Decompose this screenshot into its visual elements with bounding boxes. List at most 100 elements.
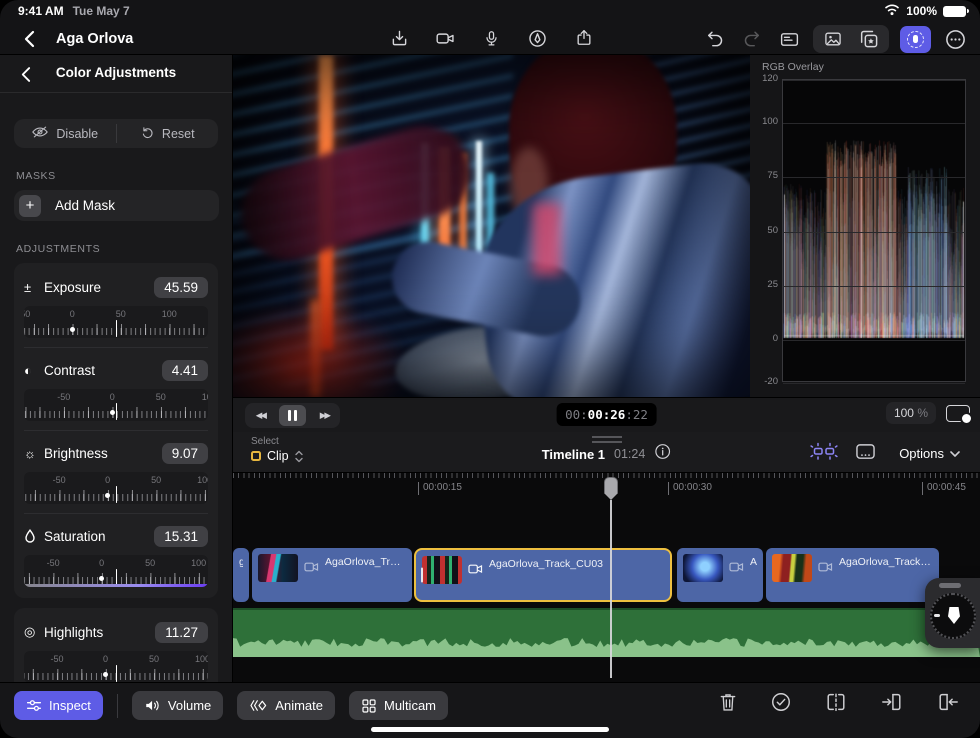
slider-tick-label: -50 (38, 558, 68, 568)
slider-value-indicator (116, 320, 118, 337)
audio-track[interactable] (233, 608, 980, 657)
jog-mode-button[interactable] (900, 26, 931, 53)
ruler-time-label: 00:00:45 (922, 482, 966, 495)
adjustment-row: ◐Contrast4.41-50050100 (24, 347, 208, 430)
select-label: Select (251, 436, 303, 447)
options-label: Options (899, 446, 944, 461)
adjustment-value[interactable]: 45.59 (154, 277, 208, 298)
inspect-button[interactable]: Inspect (14, 691, 103, 720)
media-icon-group (813, 25, 889, 53)
slider-tick-label: 100 (154, 309, 184, 319)
transport-buttons: ◀◀ ▶▶ (245, 403, 340, 428)
slider-tick-label: 0 (93, 475, 123, 485)
split-clip-icon[interactable] (824, 691, 848, 718)
disable-button[interactable]: Disable (14, 119, 116, 148)
timeline-clip[interactable]: AgaOrlova_Track_CU03 (414, 548, 672, 602)
trim-start-icon[interactable] (880, 691, 904, 718)
effects-icon[interactable] (856, 26, 882, 52)
adjustment-slider[interactable]: -50050100 (24, 389, 208, 421)
brightness-icon: ☼ (24, 446, 44, 461)
adjustment-name: Saturation (44, 529, 154, 544)
pause-button[interactable] (279, 405, 306, 426)
timeline-header: Select Clip Timeline 1 01:24 (233, 432, 980, 473)
reset-button[interactable]: Reset (117, 119, 219, 148)
more-icon[interactable] (942, 26, 968, 52)
captions-icon[interactable] (776, 26, 802, 52)
scope-gridline (783, 340, 965, 341)
scope-tick-label: 75 (754, 170, 778, 181)
photos-icon[interactable] (820, 26, 846, 52)
saturation-icon (24, 529, 44, 543)
camera-icon[interactable] (433, 25, 459, 51)
clip-label: A... (750, 556, 757, 568)
mic-icon[interactable] (479, 25, 505, 51)
adjustment-value[interactable]: 9.07 (162, 443, 208, 464)
slider-tick-label: 100 (188, 654, 208, 664)
status-bar: 9:41 AM Tue May 7 100% (0, 0, 980, 22)
sliders-icon (26, 698, 42, 713)
slider-tick-label: 50 (135, 558, 165, 568)
multicam-button[interactable]: Multicam (349, 691, 448, 720)
approve-check-icon[interactable] (770, 691, 792, 718)
timeline-clip[interactable]: g... (233, 548, 249, 602)
undo-icon[interactable] (702, 26, 728, 52)
display-options-icon[interactable] (946, 405, 970, 422)
scope-title: RGB Overlay (762, 61, 824, 73)
video-preview[interactable] (233, 55, 750, 397)
timeline-clip[interactable]: A... (677, 548, 763, 602)
redo-icon[interactable] (739, 26, 765, 52)
adjustment-value[interactable]: 11.27 (155, 622, 208, 643)
clip-select-control[interactable]: Select Clip (251, 436, 303, 463)
slider-tick-label: 100 (194, 392, 208, 402)
slider-tick-label: 50 (141, 475, 171, 485)
wifi-icon (884, 3, 900, 19)
clip-thumbnail (422, 556, 462, 584)
jog-wheel[interactable] (925, 578, 980, 648)
import-icon[interactable] (387, 25, 413, 51)
slider-value-indicator (116, 403, 118, 420)
fast-forward-button[interactable]: ▶▶ (311, 405, 338, 426)
adjustment-slider[interactable]: -50050100 (24, 306, 208, 338)
home-indicator[interactable] (371, 727, 609, 732)
share-icon[interactable] (571, 25, 597, 51)
playhead-line (610, 500, 612, 678)
panel-drag-handle[interactable] (592, 436, 622, 443)
slider-tick-label: 0 (97, 392, 127, 402)
rewind-button[interactable]: ◀◀ (247, 405, 274, 426)
options-button[interactable]: Options (893, 445, 966, 462)
scope-tick-label: 50 (754, 225, 778, 236)
viewer-zoom-control[interactable]: 100 % (886, 402, 936, 424)
delete-icon[interactable] (718, 691, 738, 718)
slider-tick-label: -50 (44, 475, 74, 485)
playhead-handle[interactable] (604, 477, 618, 500)
animate-button[interactable]: Animate (237, 691, 335, 720)
film-frame-icon[interactable] (854, 442, 877, 466)
eye-off-icon (31, 125, 49, 142)
adjustment-slider[interactable]: -50050100 (24, 555, 208, 587)
adjustment-slider[interactable]: -50050100 (24, 651, 208, 682)
timeline-clip[interactable]: AgaOrlova_Track_Wid... (252, 548, 412, 602)
jog-wheel-handle[interactable] (939, 583, 961, 588)
jog-wheel-dial[interactable] (930, 593, 976, 639)
timeline-clip[interactable]: AgaOrlova_Track_Wide0... (766, 548, 939, 602)
multicam-label: Multicam (384, 698, 436, 713)
slider-tick-label: -50 (49, 392, 79, 402)
pencil-icon[interactable] (525, 25, 551, 51)
adjustment-slider[interactable]: -50050100 (24, 472, 208, 504)
volume-button[interactable]: Volume (132, 691, 223, 720)
ruler-time-label: 00:00:30 (668, 482, 712, 495)
scope-tick-label: 25 (754, 279, 778, 290)
timecode-display[interactable]: 00:00:26:22 (556, 403, 657, 426)
masks-section-label: MASKS (16, 170, 218, 182)
trim-handle[interactable] (421, 568, 423, 583)
reset-label: Reset (162, 127, 195, 141)
adjustment-value[interactable]: 4.41 (162, 360, 208, 381)
adjustment-value[interactable]: 15.31 (154, 526, 208, 547)
back-button[interactable] (16, 26, 42, 52)
pause-icon (288, 410, 297, 421)
trim-end-icon[interactable] (936, 691, 960, 718)
connect-clips-icon[interactable] (810, 440, 838, 467)
info-icon[interactable] (654, 443, 671, 465)
clips-track: g...AgaOrlova_Track_Wid...AgaOrlova_Trac… (233, 548, 980, 602)
add-mask-button[interactable]: + Add Mask (14, 190, 219, 221)
